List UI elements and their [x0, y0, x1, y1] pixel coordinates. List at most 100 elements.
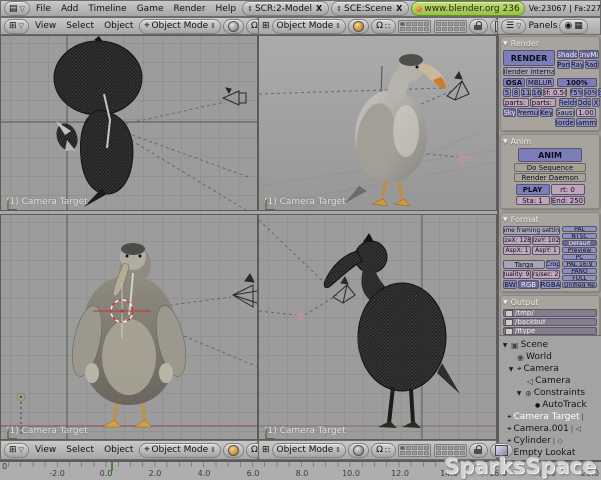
3d-view-icon[interactable]: ⊞	[262, 445, 270, 455]
size-100-button[interactable]: 100%	[557, 78, 597, 87]
menu-select[interactable]: Select	[62, 445, 98, 455]
scene-selector[interactable]: ⇕ SCE:Scene X	[331, 1, 409, 16]
format-panel-header[interactable]: ▼ Format	[503, 215, 597, 224]
start-frame-field[interactable]: Sta: 1	[516, 196, 550, 205]
bird-mesh-wireframe-side[interactable]	[324, 233, 460, 428]
window-type-button[interactable]: ▤ ▽	[4, 1, 30, 16]
sky-toggle[interactable]: Sky	[503, 108, 516, 117]
camera-object[interactable]	[233, 274, 257, 307]
draw-type-button[interactable]	[348, 19, 369, 34]
panels-context-buttons[interactable]: ◉ ▦	[559, 19, 587, 34]
yparts-field[interactable]: Yparts: 1	[530, 98, 556, 107]
sizey-field[interactable]: SizeY: 1024	[532, 236, 560, 245]
preset-ntsc[interactable]: NTSC	[562, 233, 597, 239]
menu-render[interactable]: Render	[169, 4, 209, 14]
mode-dropdown[interactable]: Object Mode ⇕	[272, 443, 347, 458]
viewport-top-left[interactable]: (1) Camera Target	[0, 35, 258, 211]
osa-16-button[interactable]: 16	[532, 88, 542, 97]
bird-mesh-shaded[interactable]	[345, 54, 446, 206]
quality-field[interactable]: Quality: 90	[503, 270, 531, 279]
end-frame-field[interactable]: End: 250	[551, 196, 585, 205]
viewport-type-button[interactable]: ⊞ ▽	[4, 443, 29, 458]
shadow-toggle[interactable]: Shado	[557, 50, 578, 59]
preset-pal[interactable]: PAL	[562, 226, 597, 232]
size-75-button[interactable]: 75%	[570, 88, 583, 97]
layer-group-2[interactable]	[434, 20, 467, 33]
radio-toggle[interactable]: Radi	[585, 60, 599, 69]
outliner-row-camera-data[interactable]: ◁ Camera	[499, 375, 601, 387]
folder-icon[interactable]	[505, 328, 513, 335]
outliner-row-camera-object[interactable]: ▼ ⌖ Camera	[499, 363, 601, 375]
preset-full[interactable]: FULL	[562, 275, 597, 281]
sizex-field[interactable]: SizeX: 1280	[503, 236, 531, 245]
menu-view[interactable]: View	[31, 21, 60, 31]
menu-view[interactable]: View	[31, 445, 60, 455]
filetype-dropdown[interactable]: Targa	[503, 260, 545, 269]
output-path-field[interactable]: /tmp/	[503, 309, 597, 317]
output-panel-header[interactable]: ▼ Output	[503, 298, 597, 307]
menu-help[interactable]: Help	[212, 4, 241, 14]
camera-object[interactable]	[223, 88, 246, 105]
menu-file[interactable]: File	[32, 4, 55, 14]
mode-dropdown[interactable]: ⌖ Object Mode ⇕	[139, 443, 221, 458]
outliner-row-constraints[interactable]: ▼ ⊕ Constraints	[499, 387, 601, 399]
render-engine-dropdown[interactable]: Blender internal	[503, 67, 555, 76]
mblur-toggle[interactable]: MBLUR	[526, 78, 554, 87]
filter-dropdown[interactable]: Gauss	[556, 108, 575, 117]
gamma-toggle[interactable]: Gamma	[576, 118, 597, 127]
crop-toggle[interactable]: Crop	[546, 260, 560, 269]
play-button[interactable]: PLAY	[516, 184, 550, 195]
menu-object[interactable]: Object	[100, 445, 137, 455]
aspy-field[interactable]: AspY: 1	[532, 246, 560, 255]
buttons-window-type[interactable]: ☰ ▽	[501, 19, 526, 34]
outliner-row-cylinder[interactable]: ⌖ Cylinder | ◇	[499, 435, 601, 447]
camera-target-empty[interactable]	[290, 305, 312, 327]
envmap-toggle[interactable]: EnvMa	[579, 50, 599, 59]
border-toggle[interactable]: Border	[555, 118, 575, 127]
bird-mesh-front[interactable]	[67, 243, 191, 427]
odd-toggle[interactable]: Odd	[578, 98, 591, 107]
preset-unified[interactable]: Unified Re	[562, 282, 597, 288]
lock-button[interactable]	[469, 19, 488, 34]
outliner-row-world[interactable]: ◉ World	[499, 351, 601, 363]
camera-object[interactable]	[447, 72, 469, 100]
rgb-toggle[interactable]: RGB	[518, 280, 539, 289]
fields-toggle[interactable]: Fields	[559, 98, 577, 107]
render-panel-header[interactable]: ▼ Render	[503, 39, 597, 48]
viewport-bottom-left[interactable]: (1) Camera Target	[0, 214, 258, 440]
blur-factor-field[interactable]: Bf: 0.50	[543, 88, 567, 97]
preset-default[interactable]: Default	[562, 240, 597, 246]
screen-browse-icon[interactable]: ⇕	[247, 5, 253, 13]
menu-object[interactable]: Object	[100, 21, 137, 31]
pivot-button[interactable]: Ω ∷	[371, 19, 396, 34]
viewport-type-button[interactable]: ⊞ ▽	[4, 19, 29, 34]
draw-type-button[interactable]	[223, 19, 244, 34]
screen-close-button[interactable]: X	[314, 4, 324, 13]
aspx-field[interactable]: AspX: 1	[503, 246, 531, 255]
blender-version-button[interactable]: www.blender.org 236	[411, 1, 524, 16]
rt-field[interactable]: rt: 0	[551, 184, 585, 195]
key-toggle[interactable]: Key	[540, 108, 553, 117]
folder-icon[interactable]	[505, 310, 513, 317]
framerate-field[interactable]: Frs/sec: 25	[532, 270, 560, 279]
osa-11-button[interactable]: 11	[521, 88, 531, 97]
preset-pal169[interactable]: PAL 16:9	[562, 261, 597, 267]
preset-pano[interactable]: PANO	[562, 268, 597, 274]
xparts-field[interactable]: Xparts: 1	[503, 98, 529, 107]
pano-toggle[interactable]: Pan	[557, 60, 570, 69]
expand-arrow-icon[interactable]: ▼	[515, 390, 523, 397]
menu-game[interactable]: Game	[133, 4, 168, 14]
layer-group-1[interactable]	[398, 20, 431, 33]
scene-close-button[interactable]: X	[394, 4, 404, 13]
screen-selector[interactable]: ⇕ SCR:2-Model X	[242, 1, 329, 16]
menu-add[interactable]: Add	[57, 4, 82, 14]
render-button[interactable]: RENDER	[503, 50, 555, 66]
osa-toggle[interactable]: OSA	[503, 78, 525, 87]
mode-dropdown[interactable]: ⌖ Object Mode ⇕	[139, 19, 221, 34]
layer-buttons[interactable]	[398, 20, 467, 33]
ray-toggle[interactable]: Ray	[571, 60, 584, 69]
folder-icon[interactable]	[505, 319, 513, 326]
outliner-row-scene[interactable]: ▼ ▣ Scene	[499, 339, 601, 351]
expand-arrow-icon[interactable]: ▼	[507, 366, 515, 373]
backbuf-path-field[interactable]: /backbuf	[503, 318, 597, 326]
